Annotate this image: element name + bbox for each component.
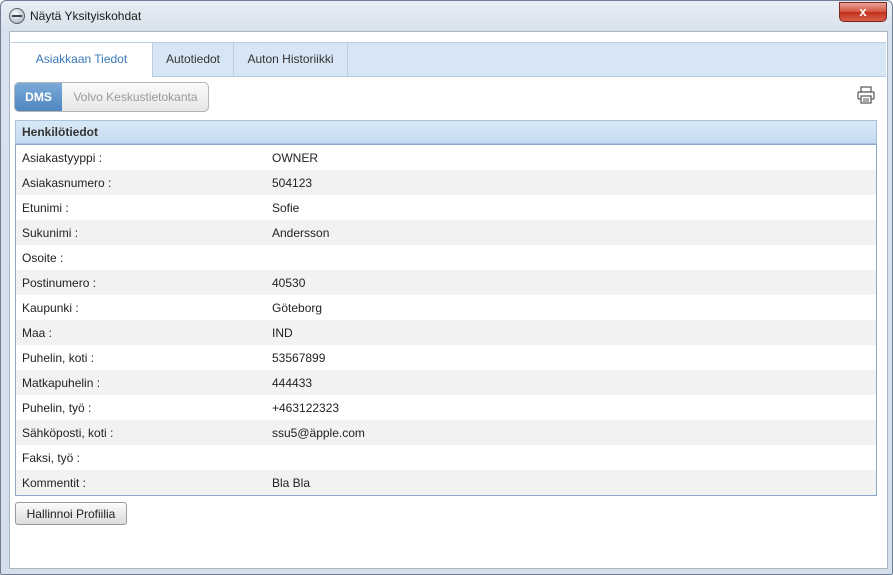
field-value: Andersson (272, 226, 330, 240)
field-label: Puhelin, koti : (22, 351, 95, 365)
field-label: Sähköposti, koti : (22, 426, 114, 440)
field-label: Kaupunki : (22, 301, 79, 315)
field-value: OWNER (272, 151, 318, 165)
detail-row: Etunimi : Sofie (16, 195, 876, 220)
field-value: Sofie (272, 201, 300, 215)
field-value: Bla Bla (272, 476, 311, 490)
field-label: Etunimi : (22, 201, 69, 215)
field-label: Osoite : (22, 251, 64, 265)
detail-row: Sähköposti, koti : ssu5@äpple.com (16, 420, 876, 445)
field-value: 53567899 (272, 351, 326, 365)
field-label: Matkapuhelin : (22, 376, 101, 390)
field-value: 504123 (272, 176, 313, 190)
field-label: Postinumero : (22, 276, 97, 290)
detail-row: Asiakasnumero : 504123 (16, 170, 876, 195)
detail-row: Sukunimi : Andersson (16, 220, 876, 245)
source-toggle: DMS Volvo Keskustietokanta (14, 82, 209, 112)
section-header: Henkilötiedot (15, 120, 877, 144)
volvo-database-toggle-button[interactable]: Volvo Keskustietokanta (63, 83, 208, 111)
field-value: 444433 (272, 376, 313, 390)
detail-row: Kommentit : Bla Bla (16, 470, 876, 495)
detail-row: Faksi, työ : (16, 445, 876, 470)
field-label: Puhelin, työ : (22, 401, 92, 415)
detail-row: Puhelin, koti : 53567899 (16, 345, 876, 370)
printer-icon[interactable] (857, 86, 875, 104)
manage-profile-button[interactable]: Hallinnoi Profiilia (15, 502, 127, 525)
field-value: +463122323 (272, 401, 340, 415)
field-label: Kommentit : (22, 476, 87, 490)
field-label: Faksi, työ : (22, 451, 81, 465)
detail-row: Puhelin, työ : +463122323 (16, 395, 876, 420)
detail-row: Matkapuhelin : 444433 (16, 370, 876, 395)
tab-car-history[interactable]: Auton Historiikki (234, 43, 348, 76)
detail-row: Maa : IND (16, 320, 876, 345)
tab-customer-info[interactable]: Asiakkaan Tiedot (11, 43, 153, 77)
field-label: Asiakasnumero : (22, 176, 112, 190)
field-value: Göteborg (272, 301, 323, 315)
detail-row: Osoite : (16, 245, 876, 270)
dms-toggle-button[interactable]: DMS (15, 83, 62, 111)
detail-row: Postinumero : 40530 (16, 270, 876, 295)
window-title: Näytä Yksityiskohdat (30, 9, 142, 23)
field-label: Asiakastyyppi : (22, 151, 103, 165)
tab-bar: Asiakkaan Tiedot Autotiedot Auton Histor… (11, 42, 886, 77)
detail-row: Kaupunki : Göteborg (16, 295, 876, 320)
field-value: ssu5@äpple.com (272, 426, 365, 440)
close-button[interactable]: x (839, 2, 887, 22)
content-panel: Asiakkaan Tiedot Autotiedot Auton Histor… (9, 31, 888, 569)
field-value: IND (272, 326, 293, 340)
detail-row: Asiakastyyppi : OWNER (16, 145, 876, 170)
volvo-logo-icon (9, 8, 25, 24)
field-value: 40530 (272, 276, 306, 290)
field-label: Maa : (22, 326, 53, 340)
tab-car-info[interactable]: Autotiedot (153, 43, 234, 76)
title-bar[interactable]: Näytä Yksityiskohdat x (1, 1, 892, 31)
details-window: Näytä Yksityiskohdat x Asiakkaan Tiedot … (0, 0, 893, 575)
personal-details-table: Asiakastyyppi : OWNER Asiakasnumero : 50… (15, 144, 877, 496)
field-label: Sukunimi : (22, 226, 79, 240)
